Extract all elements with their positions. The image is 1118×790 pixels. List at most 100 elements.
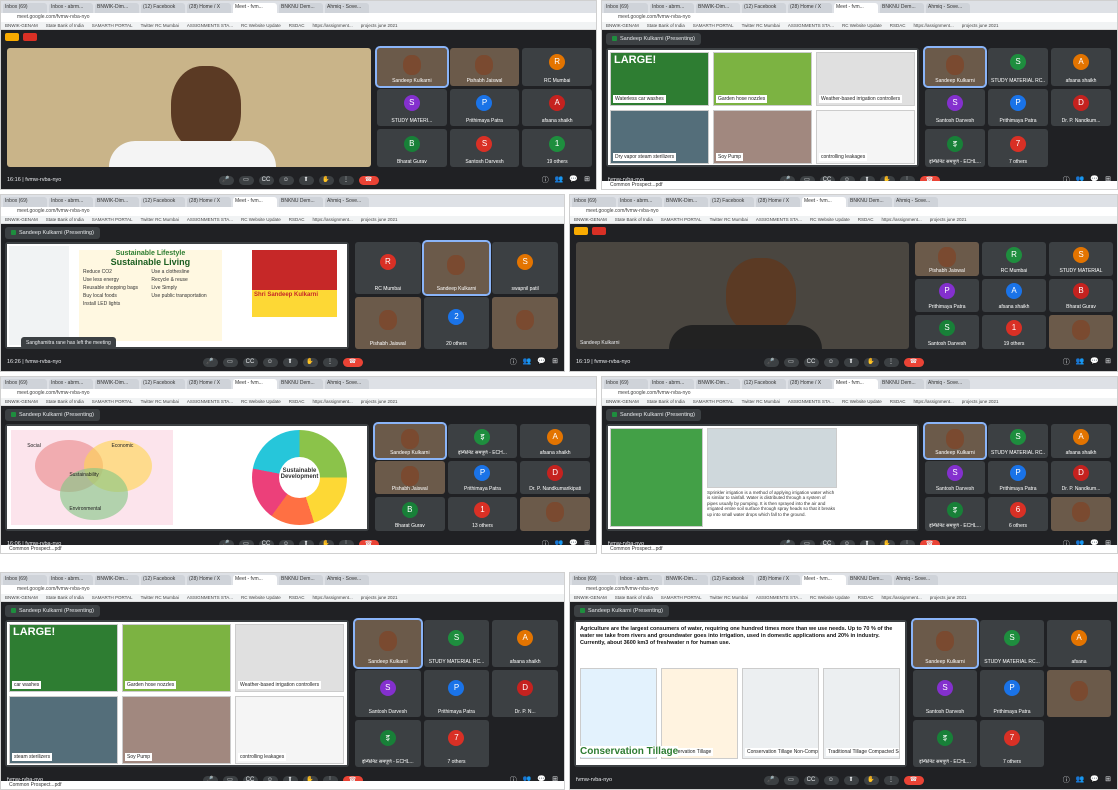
browser-tab[interactable]: BNKNU Dem... — [279, 575, 323, 585]
browser-tab[interactable]: (28) Home / X — [756, 575, 800, 585]
people-icon[interactable]: 👥 — [555, 175, 564, 185]
bookmark-item[interactable]: projects june 2021 — [962, 399, 999, 404]
bookmark-item[interactable]: RSDAC — [890, 23, 906, 28]
browser-tab[interactable]: BNKNU Dem... — [880, 379, 924, 389]
browser-tab[interactable]: Inbox (69) — [3, 197, 47, 207]
mic-icon[interactable]: 🎤 — [763, 357, 779, 367]
browser-tab[interactable]: (12) Facebook — [141, 197, 185, 207]
browser-tab[interactable]: Ahmiq - Sove... — [926, 3, 970, 13]
info-icon[interactable]: ⓘ — [542, 175, 549, 185]
bookmark-item[interactable]: projects june 2021 — [361, 595, 398, 600]
emoji-icon[interactable]: ☺ — [278, 175, 294, 185]
address-bar[interactable]: meet.google.com/fvmw-rvba-nyo — [1, 389, 596, 398]
browser-tab[interactable]: (12) Facebook — [742, 3, 786, 13]
browser-tab[interactable]: Inbox (69) — [572, 575, 616, 585]
browser-tab[interactable]: BNWIK-Dim... — [95, 575, 139, 585]
browser-tab[interactable]: Meet - fvm... — [233, 197, 277, 207]
camera-icon[interactable]: ▭ — [783, 357, 799, 367]
browser-tab[interactable]: Meet - fvm... — [233, 575, 277, 585]
browser-tab[interactable]: BNWIK-Dim... — [95, 197, 139, 207]
captions-icon[interactable]: CC — [258, 175, 274, 185]
bookmark-item[interactable]: projects june 2021 — [930, 217, 967, 222]
more-options-icon[interactable]: ⋮ — [322, 357, 338, 367]
browser-tab[interactable]: Ahmiq - Sove... — [325, 197, 369, 207]
people-icon[interactable]: 👥 — [1076, 775, 1085, 785]
browser-tab[interactable]: (28) Home / X — [187, 3, 231, 13]
present-icon[interactable]: ⬆ — [282, 357, 298, 367]
bookmark-item[interactable]: SAMARTH PORTAL — [661, 217, 702, 222]
browser-tab[interactable]: BNWIK-Dim... — [664, 197, 708, 207]
chat-icon[interactable]: 💬 — [569, 175, 578, 185]
present-icon[interactable]: ⬆ — [843, 775, 859, 785]
present-icon[interactable]: ⬆ — [298, 175, 314, 185]
browser-tab[interactable]: BNKNU Dem... — [279, 379, 323, 389]
bookmark-item[interactable]: SAMARTH PORTAL — [661, 595, 702, 600]
address-bar[interactable]: meet.google.com/fvmw-rvba-nyo — [570, 585, 1117, 594]
address-bar[interactable]: meet.google.com/fvmw-rvba-nyo — [1, 207, 564, 216]
activities-icon[interactable]: ⊞ — [1105, 357, 1111, 367]
bookmark-item[interactable]: https://assignment... — [312, 217, 352, 222]
bookmark-item[interactable]: RC Website Update — [842, 23, 882, 28]
bookmark-item[interactable]: State Bank of India — [615, 595, 653, 600]
browser-tab[interactable]: (12) Facebook — [141, 3, 185, 13]
bookmark-item[interactable]: ASSIGNMENTS STA... — [756, 595, 802, 600]
bookmark-item[interactable]: State Bank of India — [647, 23, 685, 28]
address-bar[interactable]: meet.google.com/fvmw-rvba-nyo — [1, 585, 564, 594]
bookmark-item[interactable]: Twitter RC Mumbai — [710, 217, 748, 222]
browser-tab[interactable]: Inbox - abrm... — [618, 197, 662, 207]
browser-tab[interactable]: Ahmiq - Sove... — [894, 575, 938, 585]
bookmark-item[interactable]: SAMARTH PORTAL — [92, 23, 133, 28]
leave-call-button[interactable]: ☎ — [903, 357, 924, 367]
raise-hand-icon[interactable]: ✋ — [863, 775, 879, 785]
bookmark-item[interactable]: State Bank of India — [615, 217, 653, 222]
bookmark-item[interactable]: RC Website Update — [810, 595, 850, 600]
bookmark-item[interactable]: https://assignment... — [881, 217, 921, 222]
browser-tab[interactable]: Inbox (69) — [3, 379, 47, 389]
browser-tab[interactable]: Inbox - abrm... — [650, 379, 694, 389]
browser-tab[interactable]: (28) Home / X — [756, 197, 800, 207]
camera-icon[interactable]: ▭ — [222, 357, 238, 367]
bookmark-item[interactable]: RSDAC — [858, 595, 874, 600]
raise-hand-icon[interactable]: ✋ — [863, 357, 879, 367]
more-options-icon[interactable]: ⋮ — [883, 357, 899, 367]
address-bar[interactable]: meet.google.com/fvmw-rvba-nyo — [602, 389, 1117, 398]
browser-tab[interactable]: Inbox (69) — [572, 197, 616, 207]
bookmark-item[interactable]: ASSIGNMENTS STA... — [187, 217, 233, 222]
bookmark-item[interactable]: State Bank of India — [46, 217, 84, 222]
browser-tab[interactable]: BNKNU Dem... — [279, 197, 323, 207]
browser-tab[interactable]: Meet - fvm... — [802, 197, 846, 207]
browser-tab[interactable]: BNKNU Dem... — [880, 3, 924, 13]
browser-tab[interactable]: BNWIK-Dim... — [664, 575, 708, 585]
bookmark-item[interactable]: Twitter RC Mumbai — [141, 217, 179, 222]
bookmark-item[interactable]: RSDAC — [289, 23, 305, 28]
people-icon[interactable]: 👥 — [523, 357, 532, 367]
more-options-icon[interactable]: ⋮ — [338, 175, 354, 185]
leave-call-button[interactable]: ☎ — [342, 357, 363, 367]
bookmark-item[interactable]: ASSIGNMENTS STA... — [756, 217, 802, 222]
bookmark-item[interactable]: projects june 2021 — [962, 23, 999, 28]
browser-tab[interactable]: Meet - fvm... — [802, 575, 846, 585]
browser-tab[interactable]: Ahmiq - Sove... — [325, 379, 369, 389]
browser-tab[interactable]: Meet - fvm... — [834, 379, 878, 389]
chat-icon[interactable]: 💬 — [1090, 357, 1099, 367]
browser-tab[interactable]: (12) Facebook — [742, 379, 786, 389]
raise-hand-icon[interactable]: ✋ — [318, 175, 334, 185]
browser-tab[interactable]: BNWIK-Dim... — [696, 3, 740, 13]
leave-call-button[interactable]: ☎ — [903, 775, 924, 785]
browser-tab[interactable]: Meet - fvm... — [233, 3, 277, 13]
bookmark-item[interactable]: BNWIK-GENAM — [5, 595, 38, 600]
browser-tab[interactable]: Ahmiq - Sove... — [325, 575, 369, 585]
bookmark-item[interactable]: ASSIGNMENTS STA... — [788, 399, 834, 404]
bookmark-item[interactable]: ASSIGNMENTS STA... — [187, 595, 233, 600]
present-icon[interactable]: ⬆ — [843, 357, 859, 367]
bookmark-item[interactable]: https://assignment... — [881, 595, 921, 600]
activities-icon[interactable]: ⊞ — [1105, 775, 1111, 785]
bookmark-item[interactable]: BNWIK-GENAM — [606, 399, 639, 404]
captions-icon[interactable]: CC — [803, 357, 819, 367]
bookmark-item[interactable]: RC Website Update — [810, 217, 850, 222]
browser-tab[interactable]: Ahmiq - Sove... — [926, 379, 970, 389]
bookmark-item[interactable]: RSDAC — [289, 217, 305, 222]
bookmark-item[interactable]: SAMARTH PORTAL — [92, 399, 133, 404]
bookmark-item[interactable]: projects june 2021 — [930, 595, 967, 600]
browser-tab[interactable]: BNKNU Dem... — [279, 3, 323, 13]
